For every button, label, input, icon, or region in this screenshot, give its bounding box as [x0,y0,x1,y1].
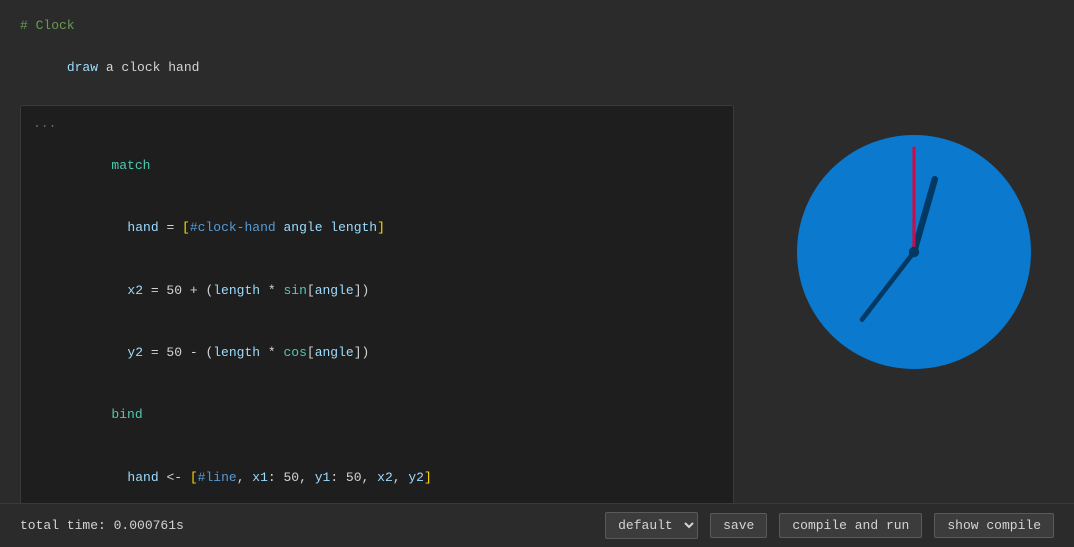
bind-1: bind [49,385,721,447]
clock-preview [784,122,1044,382]
x2-line: x2 = 50 + (length * sin[angle]) [65,260,721,322]
section1-block: ... match hand = [#clock-hand angle leng… [20,105,734,503]
match-keyword-1: match [111,158,150,173]
comment-line: # Clock [20,16,734,37]
preview-panel [754,0,1074,503]
match-1: match [49,135,721,197]
y2-line: y2 = 50 - (length * cos[angle]) [65,322,721,384]
compile-run-button[interactable]: compile and run [779,513,922,538]
code-panel: # Clock draw a clock hand ... match hand… [0,0,754,503]
default-select[interactable]: default [605,512,698,539]
hand-line: hand = [#clock-hand angle length] [65,197,721,259]
bind-keyword-1: bind [111,407,142,422]
save-button[interactable]: save [710,513,767,538]
dots-before-1: ... [33,114,721,135]
total-time: total time: 0.000761s [20,518,184,533]
footer: total time: 0.000761s default save compi… [0,503,1074,547]
hand-bind-line: hand <- [#line, x1: 50, y1: 50, x2, y2] [65,447,721,503]
section1-title: draw a clock hand [20,37,734,99]
main-content: # Clock draw a clock hand ... match hand… [0,0,1074,503]
show-compile-button[interactable]: show compile [934,513,1054,538]
clock-center [909,246,919,256]
